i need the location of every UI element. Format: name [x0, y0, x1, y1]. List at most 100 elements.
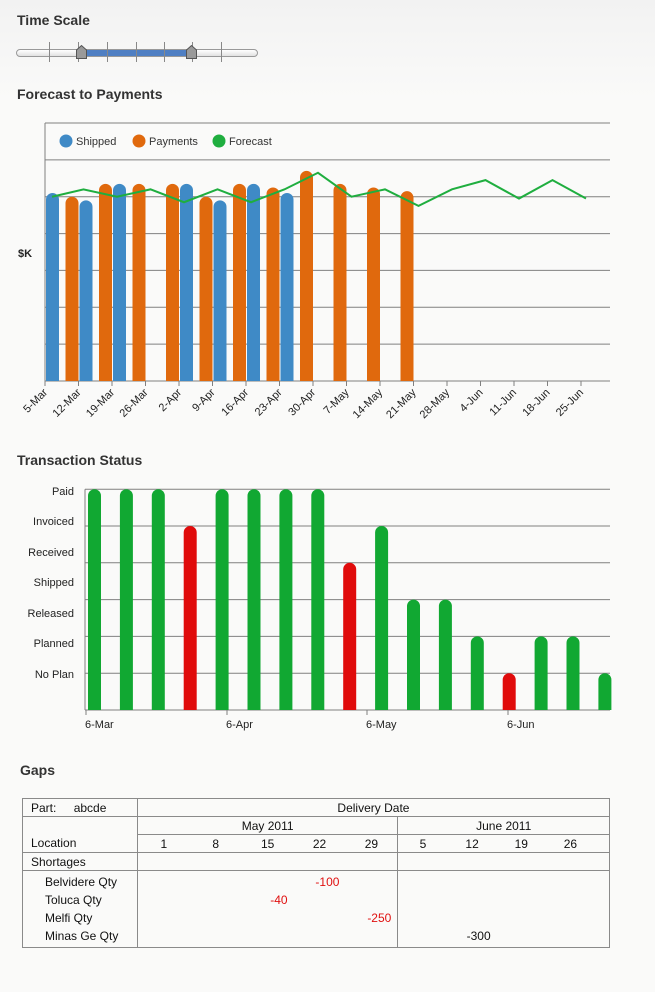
shortage-value — [242, 873, 294, 891]
status-bar[interactable] — [598, 673, 612, 710]
day-header: 19 — [514, 836, 528, 851]
shortage-value — [138, 927, 190, 945]
shortage-value — [546, 909, 595, 927]
may-days: 1 8 15 22 29 — [136, 834, 399, 853]
day-header: 29 — [364, 836, 379, 851]
day-header: 8 — [212, 836, 220, 851]
shortage-value — [242, 909, 294, 927]
gaps-month-row: May 2011 June 2011 — [22, 816, 610, 835]
x-tick-label: 6-Apr — [226, 719, 253, 731]
shortage-value — [190, 891, 242, 909]
shortages-may-empty — [136, 852, 399, 871]
shortage-value — [138, 873, 190, 891]
month-header-june: June 2011 — [397, 816, 610, 835]
day-header: 5 — [419, 836, 427, 851]
status-bar[interactable] — [279, 489, 293, 710]
shortage-value — [398, 927, 447, 945]
shortage-value — [497, 873, 546, 891]
transaction-status-chart: No Plan Planned Released Shipped Received Inv… — [28, 486, 612, 731]
status-bar[interactable] — [119, 489, 133, 710]
status-bar[interactable] — [438, 599, 452, 710]
location-spacer — [22, 816, 138, 835]
x-tick-label: 6-May — [366, 719, 397, 731]
y-category-label: Released — [28, 608, 74, 620]
shortage-value — [497, 891, 546, 909]
shortages-row: Shortages — [22, 852, 610, 871]
shortage-value: -40 — [270, 893, 288, 907]
shortage-value — [294, 927, 346, 945]
day-header: 26 — [563, 836, 578, 851]
shortage-value: -300 — [466, 929, 491, 943]
x-tick-label: 6-Jun — [507, 719, 535, 731]
shortage-value — [190, 873, 242, 891]
status-bar[interactable] — [311, 489, 325, 710]
shortages-label: Shortages — [22, 852, 138, 871]
status-bar[interactable] — [343, 562, 357, 710]
shortage-value — [190, 909, 242, 927]
shortage-value: -250 — [367, 911, 392, 925]
gaps-header-row: Part: abcde Delivery Date — [22, 798, 611, 817]
shortage-value — [138, 891, 190, 909]
location-labels: Belvidere Qty Toluca Qty Melfi Qty Minas Ge… — [22, 870, 138, 948]
shortages-june-empty — [397, 852, 610, 871]
shortage-value — [546, 873, 595, 891]
day-header: 15 — [260, 836, 275, 851]
y-category-label: Paid — [52, 486, 74, 498]
y-category-label: Invoiced — [33, 516, 74, 528]
june-values: -300 — [397, 870, 610, 948]
x-tick-label: 6-Mar — [85, 719, 114, 731]
shortage-value — [497, 909, 546, 927]
status-bar[interactable] — [151, 489, 165, 710]
shortage-value — [138, 909, 190, 927]
location-label: Toluca Qty — [45, 893, 102, 907]
day-header: 12 — [465, 836, 479, 851]
location-label: Minas Ge Qty — [45, 929, 119, 943]
location-label: Melfi Qty — [45, 911, 93, 925]
shortage-value — [448, 873, 497, 891]
shortage-value: -100 — [315, 875, 340, 889]
gaps-table: Part: abcde Delivery Date May 2011 June … — [22, 798, 611, 948]
shortage-value — [497, 927, 546, 945]
location-label: Belvidere Qty — [45, 875, 118, 889]
shortage-value — [242, 927, 294, 945]
location-header: Location — [22, 834, 138, 853]
day-header: 22 — [312, 836, 327, 851]
shortage-value — [345, 873, 397, 891]
part-label: Part: — [31, 800, 57, 815]
day-header: 1 — [160, 836, 168, 851]
status-bar[interactable] — [215, 489, 229, 710]
gaps-day-row: Location 1 8 15 22 29 5 12 19 26 — [22, 834, 610, 853]
status-bar[interactable] — [247, 489, 261, 710]
shortage-value — [398, 891, 447, 909]
shortage-value — [345, 891, 397, 909]
shortage-value — [448, 909, 497, 927]
status-bar[interactable] — [183, 526, 197, 710]
status-bar[interactable] — [502, 673, 516, 710]
y-category-label: Received — [28, 547, 74, 559]
status-bar[interactable] — [534, 636, 548, 710]
y-category-label: Planned — [34, 638, 74, 650]
y-category-label: Shipped — [34, 577, 74, 589]
status-bar[interactable] — [375, 526, 389, 710]
status-bar[interactable] — [470, 636, 484, 710]
shortage-value — [190, 927, 242, 945]
june-days: 5 12 19 26 — [397, 834, 610, 853]
month-header-may: May 2011 — [136, 816, 399, 835]
shortage-value — [294, 891, 346, 909]
status-bar[interactable] — [566, 636, 580, 710]
y-category-label: No Plan — [35, 669, 74, 681]
shortage-value — [448, 891, 497, 909]
shortage-value — [398, 909, 447, 927]
part-value: abcde — [73, 800, 107, 815]
shortage-value — [546, 891, 595, 909]
shortage-value — [345, 927, 397, 945]
shortage-value — [294, 909, 346, 927]
may-values: -100 -40 -250 — [136, 870, 399, 948]
status-bar[interactable] — [407, 599, 420, 710]
status-bar[interactable] — [88, 489, 101, 710]
gaps-title: Gaps — [20, 762, 56, 778]
shortage-value — [546, 927, 595, 945]
part-cell: Part: abcde — [22, 798, 138, 817]
shortage-value — [398, 873, 447, 891]
delivery-date-header: Delivery Date — [136, 798, 611, 817]
